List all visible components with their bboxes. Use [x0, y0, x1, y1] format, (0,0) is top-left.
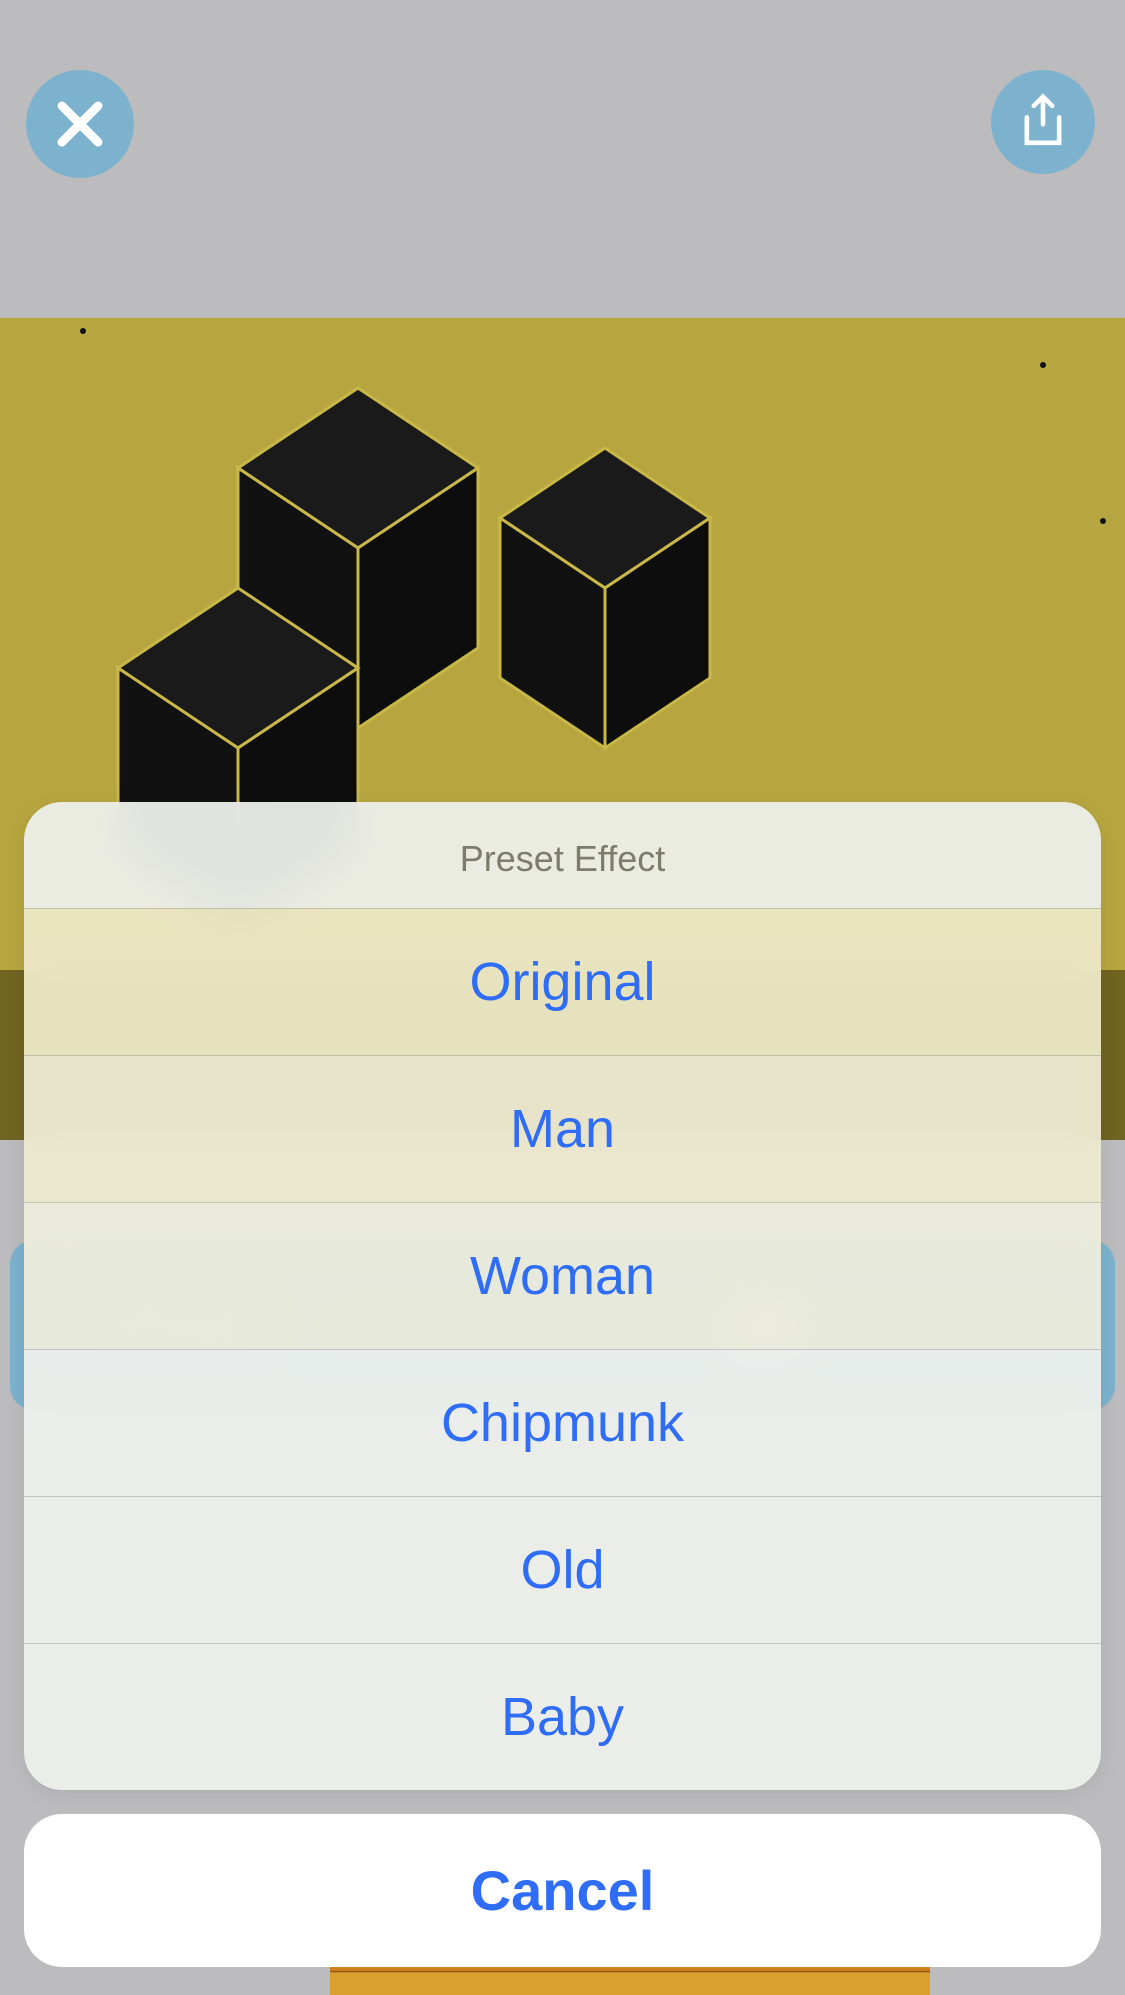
screen: ▾ VPreset Preset Effect Original Man Wom…: [0, 0, 1125, 1995]
option-old[interactable]: Old: [24, 1496, 1101, 1643]
option-man[interactable]: Man: [24, 1055, 1101, 1202]
option-baby[interactable]: Baby: [24, 1643, 1101, 1790]
option-woman[interactable]: Woman: [24, 1202, 1101, 1349]
cancel-button[interactable]: Cancel: [24, 1814, 1101, 1967]
option-original[interactable]: Original: [24, 908, 1101, 1055]
action-sheet: Preset Effect Original Man Woman Chipmun…: [24, 802, 1101, 1967]
action-sheet-title: Preset Effect: [24, 802, 1101, 908]
action-sheet-options: Preset Effect Original Man Woman Chipmun…: [24, 802, 1101, 1790]
option-chipmunk[interactable]: Chipmunk: [24, 1349, 1101, 1496]
modal-overlay: Preset Effect Original Man Woman Chipmun…: [0, 0, 1125, 1995]
